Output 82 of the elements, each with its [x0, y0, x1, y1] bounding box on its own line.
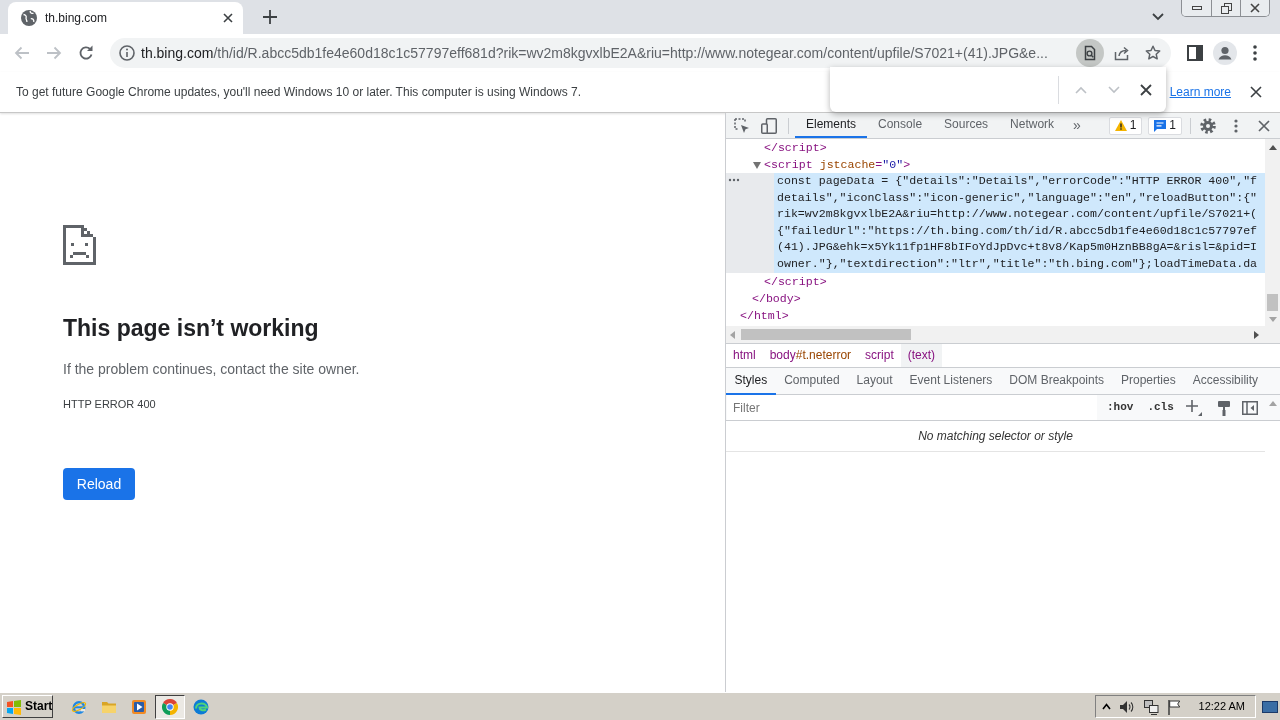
scrollbar-thumb[interactable]: [741, 329, 911, 340]
styles-pane-tab[interactable]: Properties: [1112, 368, 1185, 395]
pseudo-state-toggle[interactable]: .cls: [1143, 400, 1178, 415]
message-icon: [1154, 119, 1167, 132]
breadcrumb-link[interactable]: (text): [900, 344, 943, 367]
globe-icon: [21, 10, 37, 26]
error-message: If the problem continues, contact the site owner.: [63, 360, 360, 379]
expand-triangle-icon[interactable]: [753, 160, 761, 169]
breadcrumb-link[interactable]: html: [726, 344, 763, 367]
minimize-button[interactable]: [1182, 0, 1211, 16]
dom-text-node[interactable]: const pageData = {"details":"Details","errorCode":"HTTP ERROR 400","f details","iconClass":"icon-generic","language":"en","reloadButton":{" rik=wv2m8kgvxlbE2A&riu=http://www.notegear.com/content/upfile/S7021+( {"failedUrl":"https://th.bing.com/th/id/R.abcc5db1fe4e60d18c1c57797ef (41).JPG&ehk=x5Yk11fp1HF8bIFoYdJpDvc+t8v8/Kap5m0HznBB8gA=&risl=&pid=I owner."},"textdirection":"ltr","title":"th.bing.com"};loadTimeData.da: [774, 173, 1265, 273]
chevron-down-icon[interactable]: [1152, 13, 1164, 21]
paint-roller-icon[interactable]: [1216, 399, 1231, 416]
e-logo-icon[interactable]: [71, 698, 87, 715]
sidebar-toggle-icon[interactable]: [1241, 400, 1258, 415]
devtools-tab[interactable]: Console: [867, 113, 934, 138]
filter-field[interactable]: Filter: [727, 395, 1097, 420]
close-window-button[interactable]: [1240, 0, 1269, 16]
four-pane-flag-icon: [6, 698, 22, 715]
play-tile-icon[interactable]: [131, 698, 147, 715]
share-icon[interactable]: [1114, 45, 1130, 61]
device-toolbar-icon[interactable]: [761, 117, 777, 134]
more-menu-icon[interactable]: [1253, 45, 1257, 61]
dom-node-line[interactable]: </html>: [726, 306, 1265, 324]
warning-icon: [1114, 120, 1127, 131]
close-icon[interactable]: [223, 13, 233, 23]
start-button[interactable]: Start: [2, 695, 53, 718]
flag-icon[interactable]: [1166, 698, 1181, 715]
speaker-icon[interactable]: [1118, 699, 1135, 714]
info-icon[interactable]: [119, 45, 135, 61]
network-icon[interactable]: [1142, 698, 1159, 715]
minimize-icon: [1191, 6, 1202, 10]
no-styles-message: No matching selector or style: [726, 421, 1265, 453]
breadcrumb-link[interactable]: body#t.neterror: [762, 344, 859, 367]
learn-more-link[interactable]: Learn more: [1169, 84, 1231, 100]
dom-node-line[interactable]: </script>: [726, 139, 1265, 156]
scroll-right-arrow-icon[interactable]: [1254, 330, 1259, 339]
page-magnifier-icon[interactable]: [1076, 39, 1104, 67]
wave-logo-icon[interactable]: [193, 698, 209, 715]
dom-node-line[interactable]: </body>: [726, 289, 1265, 307]
styles-pane-tab[interactable]: Layout: [848, 368, 902, 395]
pseudo-state-toggle[interactable]: :hov: [1103, 400, 1138, 415]
more-menu-icon[interactable]: [1234, 118, 1238, 133]
browser-tab[interactable]: th.bing.com: [8, 2, 243, 34]
inspect-element-icon[interactable]: [734, 117, 750, 134]
breadcrumb-link[interactable]: script: [858, 344, 901, 367]
plus-icon[interactable]: [1185, 399, 1202, 416]
styles-pane-tab[interactable]: Computed: [775, 368, 849, 395]
reload-button[interactable]: Reload: [63, 468, 135, 500]
error-heading: This page isn’t working: [63, 314, 319, 342]
error-code: HTTP ERROR 400: [63, 397, 156, 412]
scroll-up-arrow-icon[interactable]: [1268, 145, 1277, 150]
restore-button[interactable]: [1211, 0, 1240, 16]
close-icon[interactable]: [1250, 86, 1262, 98]
clock-time[interactable]: 12:22 AM: [1198, 699, 1245, 714]
warnings-button[interactable]: 1: [1108, 116, 1143, 135]
close-icon[interactable]: [1258, 119, 1270, 132]
close-icon[interactable]: [1140, 83, 1152, 96]
plus-icon[interactable]: [263, 10, 277, 24]
restore-icon: [1220, 2, 1232, 14]
styles-pane-tab[interactable]: Accessibility: [1184, 368, 1267, 395]
avatar-icon[interactable]: [1213, 41, 1237, 65]
side-panel-icon[interactable]: [1187, 45, 1203, 61]
more-tabs-button[interactable]: »: [1067, 117, 1087, 134]
sad-document-icon: [63, 225, 96, 265]
settings-icon[interactable]: [1200, 117, 1216, 134]
show-desktop-icon[interactable]: [1262, 698, 1278, 715]
styles-pane-tab[interactable]: DOM Breakpoints: [1000, 368, 1113, 395]
reload-icon[interactable]: [78, 45, 94, 61]
browser-logo-icon[interactable]: [155, 694, 185, 719]
devtools-tab[interactable]: Sources: [933, 113, 1000, 138]
update-message: To get future Google Chrome updates, you'll need Windows 10 or later. This computer is using Windows 7.: [16, 84, 582, 100]
dots-icon[interactable]: [728, 178, 740, 182]
scrollbar-thumb[interactable]: [1267, 294, 1278, 311]
chevron-up-icon[interactable]: [1101, 703, 1111, 710]
dom-node-line[interactable]: <script jstcache="0">: [726, 156, 1265, 173]
star-icon[interactable]: [1145, 45, 1161, 61]
dom-node-line[interactable]: </script>: [726, 272, 1265, 290]
close-icon: [1250, 3, 1260, 13]
styles-pane-tab[interactable]: Event Listeners: [901, 368, 1001, 395]
messages-button[interactable]: 1: [1148, 116, 1182, 135]
devtools-tab[interactable]: Network: [999, 113, 1066, 138]
